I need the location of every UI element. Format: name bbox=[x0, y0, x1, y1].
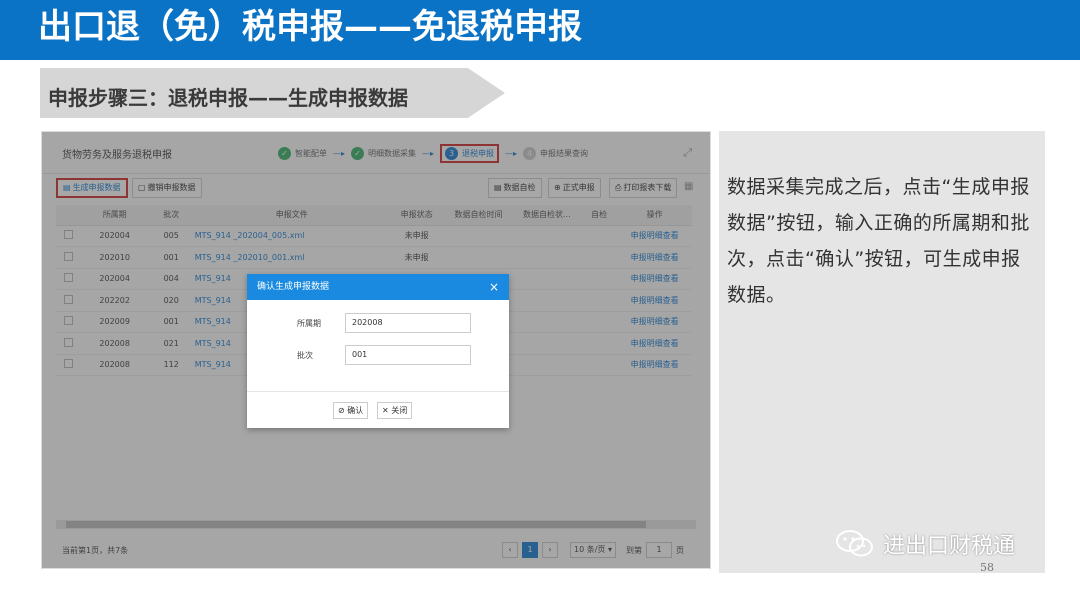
page-number: 58 bbox=[980, 561, 994, 574]
batch-row: 批次 001 bbox=[247, 345, 509, 367]
dialog-header: 确认生成申报数据 × bbox=[247, 274, 509, 300]
brand-watermark: 进出口财税通 bbox=[833, 526, 1015, 562]
period-label: 所属期 bbox=[297, 319, 321, 328]
app-screenshot: 货物劳务及服务退税申报 ✓ 智能配单 —▸ ✓ 明细数据采集 —▸ 3 退税申报 —▸… bbox=[41, 131, 711, 569]
step-heading: 申报步骤三：退税申报——生成申报数据 bbox=[48, 86, 408, 110]
close-button[interactable]: ✕ 关闭 bbox=[377, 402, 413, 419]
slide-title: 出口退（免）税申报——免退税申报 bbox=[38, 7, 582, 47]
confirm-button[interactable]: ⊘ 确认 bbox=[333, 402, 369, 419]
check-circle-icon: ⊘ bbox=[338, 406, 345, 415]
instruction-text: 数据采集完成之后，点击“生成申报数据”按钮，输入正确的所属期和批次，点击“确认”… bbox=[727, 176, 1030, 306]
slide-header: 出口退（免）税申报——免退税申报 bbox=[0, 0, 1080, 60]
dialog-title: 确认生成申报数据 bbox=[257, 282, 330, 292]
close-icon: ✕ bbox=[382, 406, 389, 415]
dialog-footer: ⊘ 确认 ✕ 关闭 bbox=[247, 391, 509, 428]
batch-input[interactable]: 001 bbox=[345, 345, 471, 365]
instruction-panel: 数据采集完成之后，点击“生成申报数据”按钮，输入正确的所属期和批次，点击“确认”… bbox=[719, 131, 1045, 573]
close-icon[interactable]: × bbox=[489, 274, 499, 300]
confirm-generate-dialog: 确认生成申报数据 × 所属期 202008 批次 001 ⊘ 确认 ✕ 关闭 bbox=[247, 274, 509, 428]
period-row: 所属期 202008 bbox=[247, 313, 509, 335]
period-input[interactable]: 202008 bbox=[345, 313, 471, 333]
brand-name: 进出口财税通 bbox=[883, 534, 1016, 559]
wechat-icon bbox=[836, 530, 873, 557]
batch-label: 批次 bbox=[297, 351, 313, 360]
